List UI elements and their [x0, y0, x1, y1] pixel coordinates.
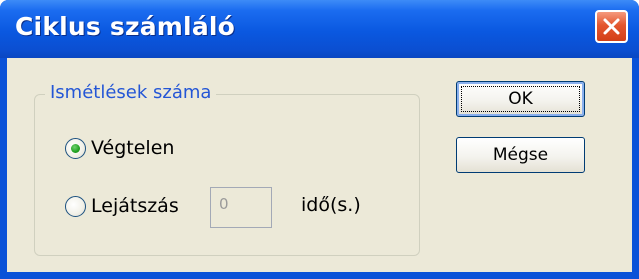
infinite-label: Végtelen [91, 137, 175, 159]
dialog-window: Ciklus számláló Ismétlések száma Végtele… [0, 0, 639, 279]
radio-selected-dot [71, 143, 80, 153]
cancel-button[interactable]: Mégse [456, 137, 585, 173]
ok-button[interactable]: OK [456, 81, 585, 117]
play-radio[interactable] [65, 195, 86, 217]
group-legend: Ismétlések száma [45, 82, 217, 103]
infinite-option[interactable]: Végtelen [65, 137, 174, 159]
play-option[interactable]: Lejátszás [65, 195, 179, 217]
title-bar[interactable]: Ciklus számláló [0, 0, 639, 58]
dialog-title: Ciklus számláló [15, 12, 236, 41]
infinite-radio[interactable] [65, 137, 86, 159]
repeat-count-input[interactable]: 0 [210, 187, 272, 228]
close-button[interactable] [595, 10, 628, 43]
cancel-button-label: Mégse [492, 145, 549, 165]
dialog-body: Ismétlések száma Végtelen Lejátszás 0 id… [7, 58, 632, 272]
focus-rect [461, 86, 580, 112]
close-icon [602, 17, 621, 36]
repeat-count-group: Ismétlések száma Végtelen Lejátszás [34, 82, 420, 256]
unit-label: idő(s.) [301, 194, 361, 216]
play-label: Lejátszás [91, 195, 179, 217]
